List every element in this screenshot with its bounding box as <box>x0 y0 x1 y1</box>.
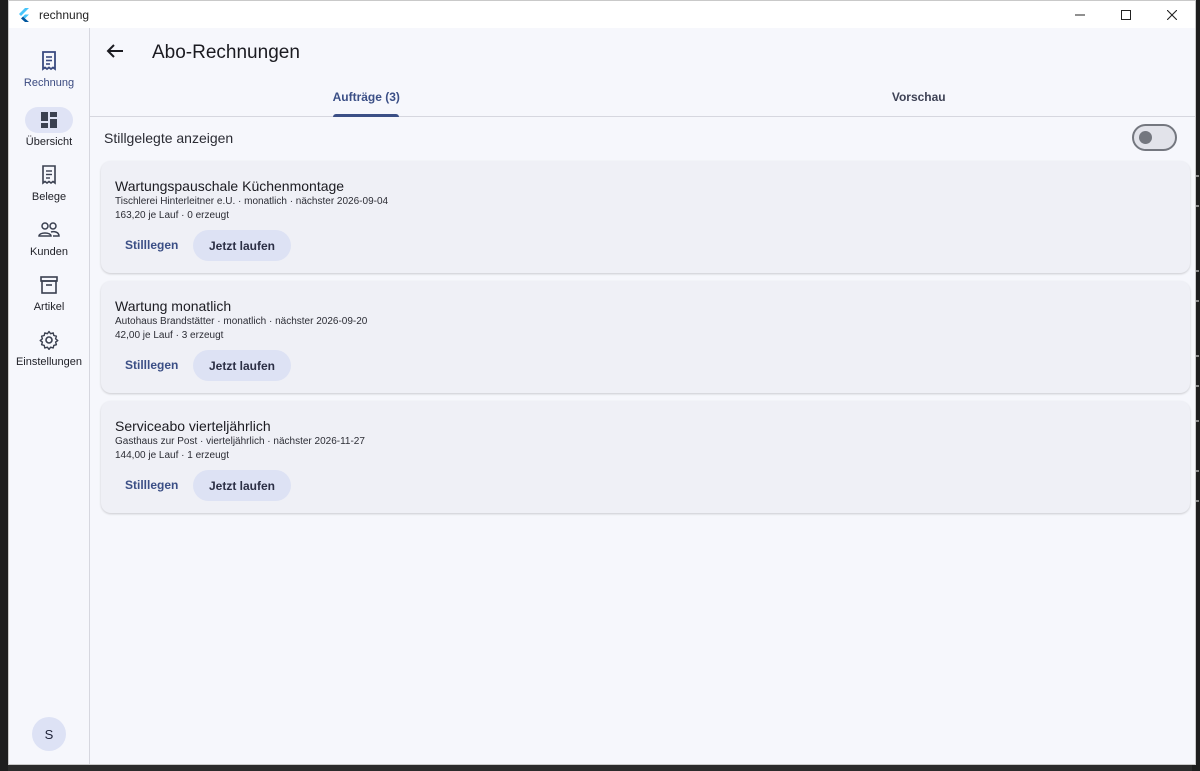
run-now-button[interactable]: Jetzt laufen <box>193 230 291 261</box>
receipt-icon <box>42 51 56 71</box>
pause-button[interactable]: Stilllegen <box>115 470 188 500</box>
main-content: Abo-Rechnungen Aufträge (3) Vorschau Sti… <box>90 28 1195 764</box>
arrow-back-icon <box>106 44 123 58</box>
navigation-rail: Rechnung Übersicht Belege Kunden Artikel… <box>9 28 90 764</box>
rail-item-kunden[interactable]: Kunden <box>9 217 89 258</box>
subscription-meta: 163,20 je Lauf · 0 erzeugt <box>115 210 229 221</box>
tab-label: Vorschau <box>891 90 946 104</box>
app-window: rechnung Rechnung Übersicht Belege Kunde… <box>8 0 1196 765</box>
document-icon <box>42 165 56 185</box>
gear-icon <box>39 330 59 350</box>
rail-item-rechnung[interactable]: Rechnung <box>9 48 89 89</box>
flutter-logo-icon <box>19 7 29 22</box>
subscription-title: Wartung monatlich <box>115 298 232 314</box>
title-bar: rechnung <box>9 1 1195 28</box>
maximize-button[interactable] <box>1103 1 1149 28</box>
subscription-card: Serviceabo vierteljährlich Gasthaus zur … <box>101 401 1190 513</box>
rail-item-einstellungen[interactable]: Einstellungen <box>9 327 89 368</box>
tab-indicator <box>333 114 400 117</box>
back-button[interactable] <box>104 40 126 62</box>
subscription-card: Wartung monatlich Autohaus Brandstätter … <box>101 281 1190 393</box>
rail-label: Einstellungen <box>15 356 83 368</box>
filter-row: Stillgelegte anzeigen <box>90 124 1195 154</box>
show-paused-toggle[interactable] <box>1132 124 1177 151</box>
rail-item-belege[interactable]: Belege <box>9 162 89 203</box>
close-button[interactable] <box>1149 1 1195 28</box>
tab-vorschau[interactable]: Vorschau <box>643 78 1196 116</box>
subscription-card: Wartungspauschale Küchenmontage Tischler… <box>101 161 1190 273</box>
toggle-knob <box>1139 131 1152 144</box>
subscription-details: Tischlerei Hinterleitner e.U. · monatlic… <box>115 196 389 207</box>
pause-button[interactable]: Stilllegen <box>115 350 188 380</box>
maximize-icon <box>1121 9 1131 20</box>
subscription-meta: 42,00 je Lauf · 3 erzeugt <box>115 330 224 341</box>
archive-icon <box>40 276 58 294</box>
tab-label: Aufträge (3) <box>332 90 400 104</box>
subscription-details: Autohaus Brandstätter · monatlich · näch… <box>115 316 368 327</box>
rail-item-uebersicht[interactable]: Übersicht <box>9 107 89 148</box>
rail-label: Übersicht <box>25 136 73 148</box>
subscription-details: Gasthaus zur Post · vierteljährlich · nä… <box>115 436 365 447</box>
subscription-meta: 144,00 je Lauf · 1 erzeugt <box>115 450 229 461</box>
pause-button[interactable]: Stilllegen <box>115 230 188 260</box>
run-now-button[interactable]: Jetzt laufen <box>193 350 291 381</box>
minimize-icon <box>1075 14 1085 15</box>
show-paused-label: Stillgelegte anzeigen <box>104 130 234 146</box>
tab-bar: Aufträge (3) Vorschau <box>90 78 1195 117</box>
rail-label: Belege <box>31 191 67 203</box>
minimize-button[interactable] <box>1057 1 1103 28</box>
subscription-list: Wartungspauschale Küchenmontage Tischler… <box>101 161 1190 521</box>
desktop-background-left <box>0 0 8 771</box>
rail-label: Kunden <box>30 246 68 258</box>
subscription-title: Serviceabo vierteljährlich <box>115 418 271 434</box>
app-bar: Abo-Rechnungen <box>90 28 1195 78</box>
page-title: Abo-Rechnungen <box>152 42 300 63</box>
people-icon <box>38 222 60 237</box>
dashboard-icon <box>41 112 57 128</box>
tab-auftraege[interactable]: Aufträge (3) <box>90 78 643 117</box>
close-icon <box>1167 9 1177 20</box>
rail-label: Artikel <box>33 301 65 313</box>
window-title: rechnung <box>39 7 90 22</box>
rail-label: Rechnung <box>23 77 75 89</box>
user-avatar[interactable]: S <box>32 717 66 751</box>
run-now-button[interactable]: Jetzt laufen <box>193 470 291 501</box>
rail-item-artikel[interactable]: Artikel <box>9 272 89 313</box>
subscription-title: Wartungspauschale Küchenmontage <box>115 178 345 194</box>
